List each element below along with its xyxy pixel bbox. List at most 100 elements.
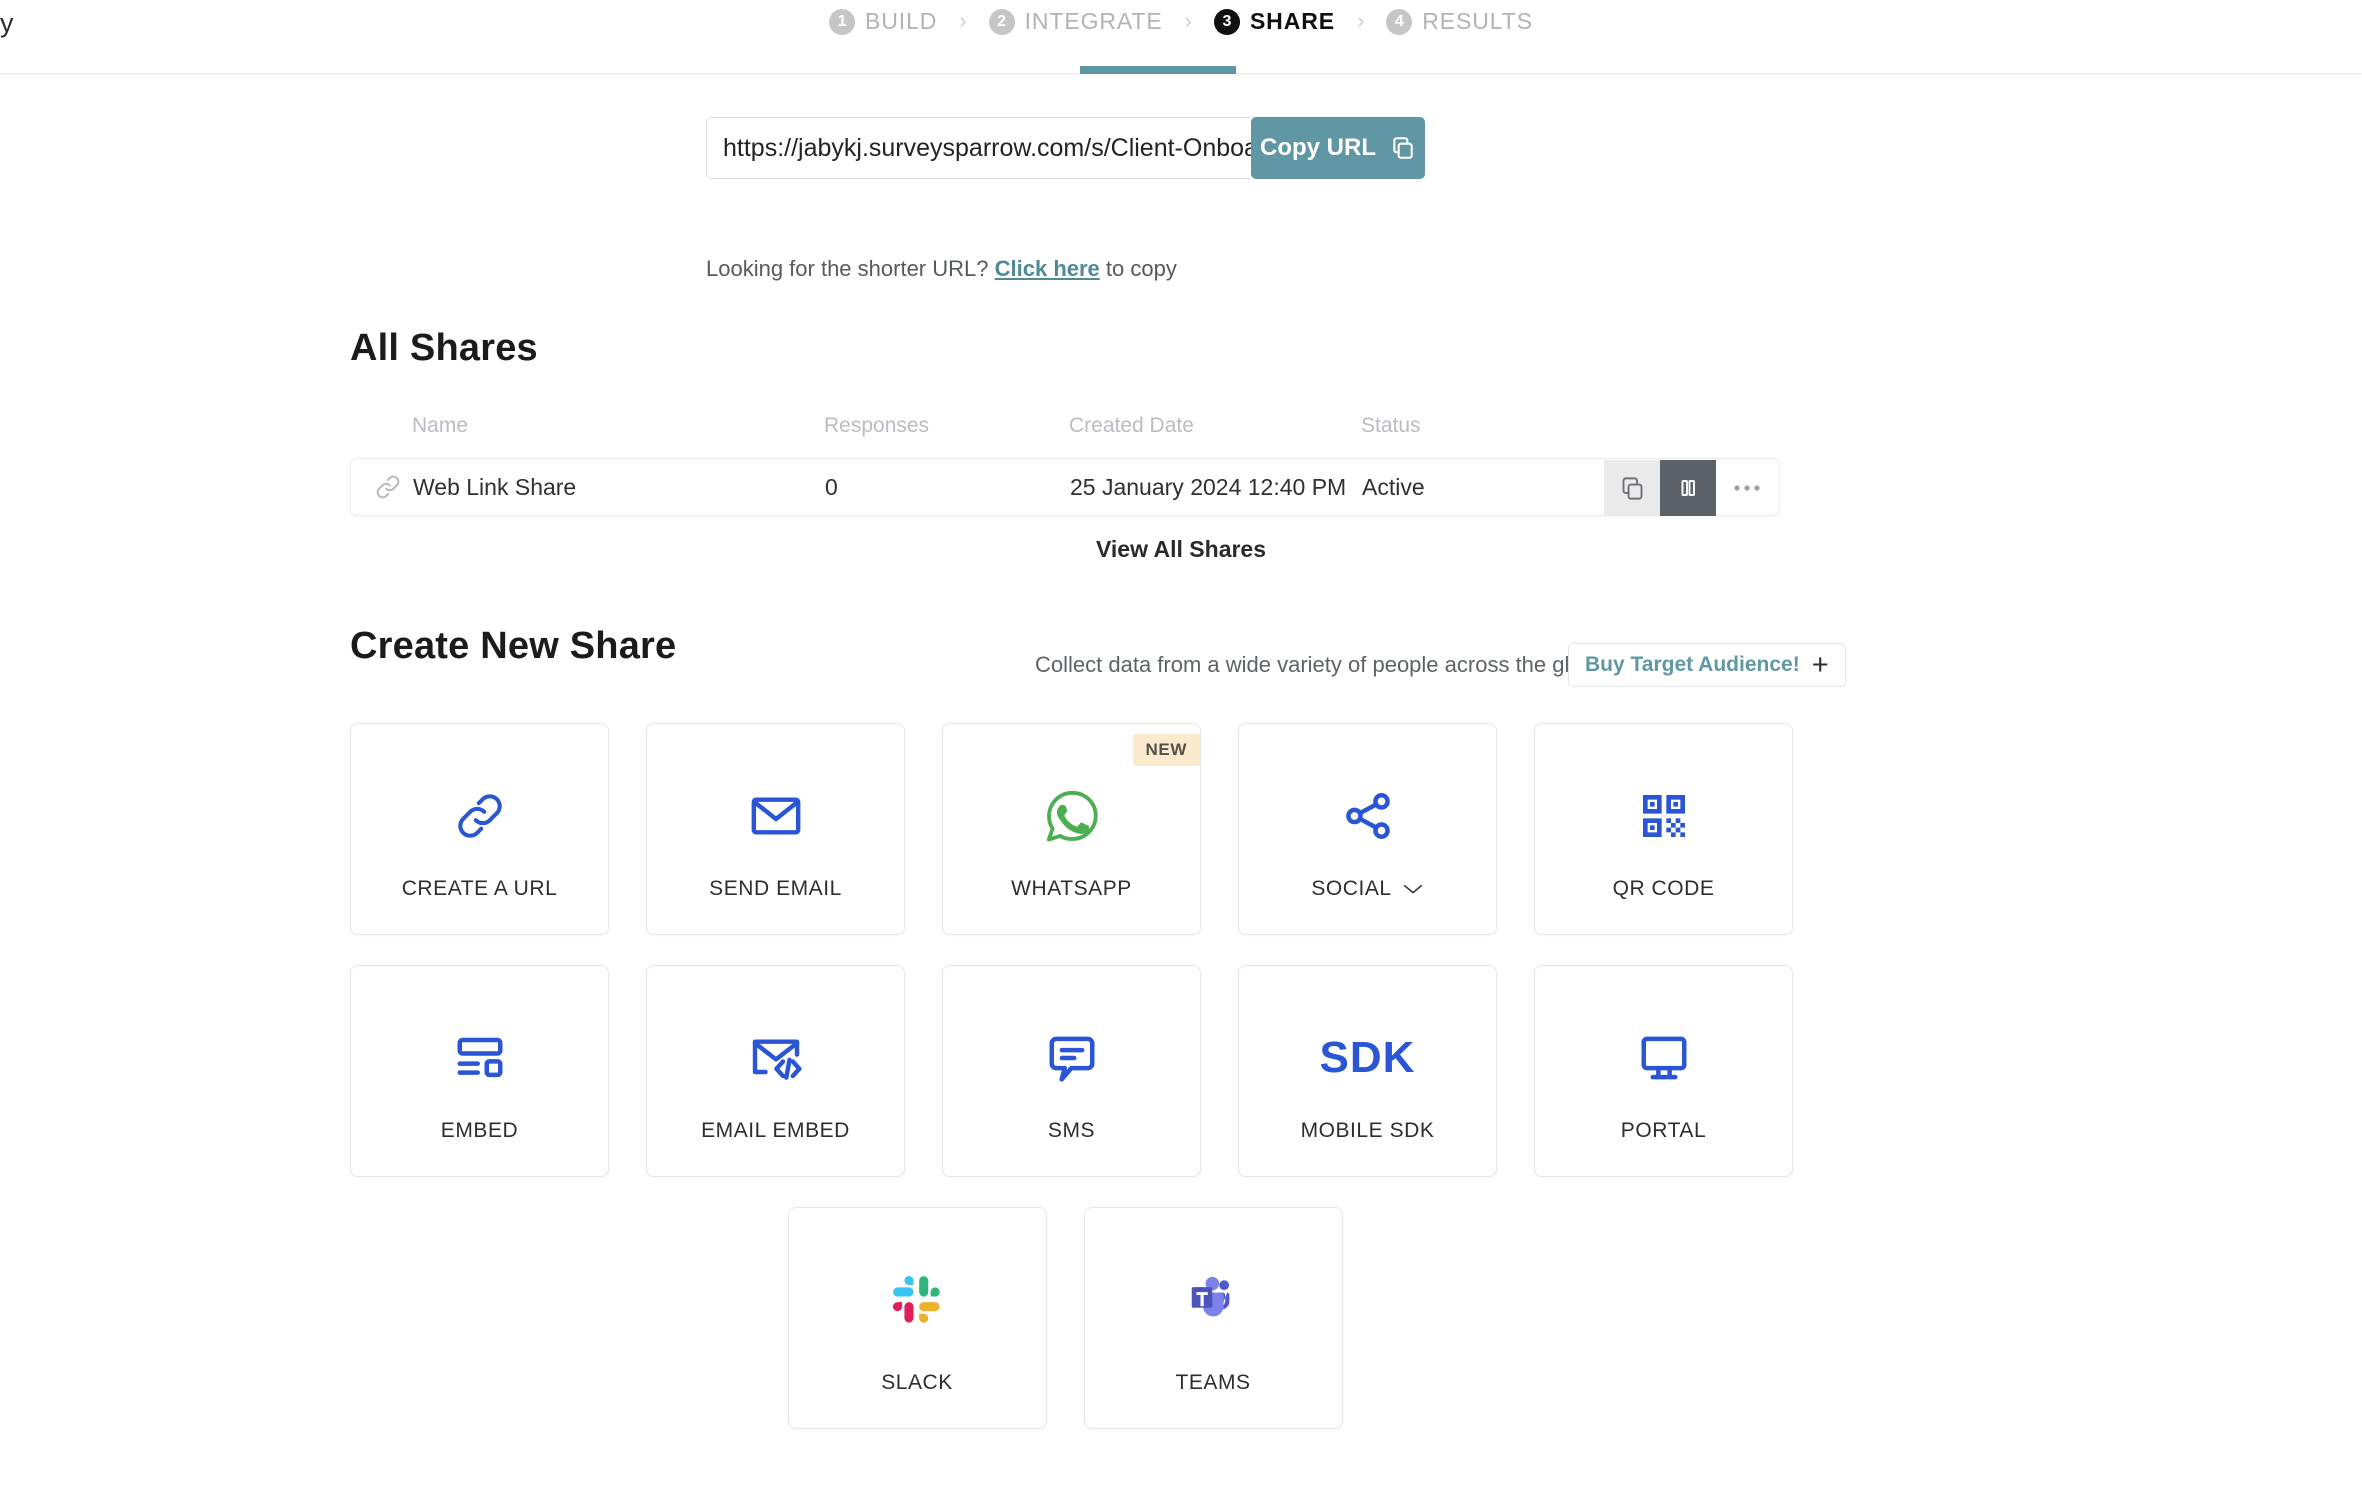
share-channel-row-3: SLACK TEAMS xyxy=(350,1207,1780,1429)
share-card-label: SLACK xyxy=(881,1371,953,1394)
share-card-send-email[interactable]: SEND EMAIL xyxy=(646,723,905,935)
share-card-label: PORTAL xyxy=(1620,1119,1707,1142)
envelope-icon xyxy=(748,786,804,846)
share-card-email-embed[interactable]: EMAIL EMBED xyxy=(646,965,905,1177)
step-integrate-label: INTEGRATE xyxy=(1024,8,1163,34)
sdk-text-icon: SDK xyxy=(1319,1033,1416,1082)
step-navigation-bar: y 1 BUILD › 2 INTEGRATE › 3 SHARE › 4 RE… xyxy=(0,0,2362,74)
share-card-qr-code[interactable]: QR CODE xyxy=(1534,723,1793,935)
pause-share-button[interactable] xyxy=(1660,460,1716,516)
chevron-right-icon: › xyxy=(959,8,967,33)
share-nodes-icon xyxy=(1341,786,1395,846)
plus-icon: + xyxy=(1811,648,1829,681)
step-share-number: 3 xyxy=(1213,8,1240,35)
share-card-label: CREATE A URL xyxy=(401,877,558,900)
slack-icon xyxy=(891,1270,943,1330)
table-header-row: Name Responses Created Date Status xyxy=(350,414,1780,458)
column-header-responses: Responses xyxy=(824,414,930,437)
survey-settings-note: PS: Don’t forget to check the survey set… xyxy=(0,1498,2362,1502)
copy-icon xyxy=(1390,135,1416,161)
step-build-label: BUILD xyxy=(865,8,938,34)
copy-url-label: Copy URL xyxy=(1260,134,1376,161)
cell-created-date: 25 January 2024 12:40 PM xyxy=(1070,473,1347,500)
buy-target-audience-label: Buy Target Audience! xyxy=(1585,653,1800,676)
column-header-name: Name xyxy=(412,414,469,437)
shorter-url-hint-suffix: to copy xyxy=(1105,256,1177,281)
cell-share-name: Web Link Share xyxy=(413,473,577,500)
survey-settings-link[interactable]: survey settings xyxy=(1166,1498,1335,1502)
chat-bubble-icon xyxy=(1045,1028,1099,1088)
share-card-mobile-sdk[interactable]: SDK MOBILE SDK xyxy=(1238,965,1497,1177)
share-card-slack[interactable]: SLACK xyxy=(787,1207,1047,1429)
link-icon xyxy=(452,786,508,846)
cell-responses: 0 xyxy=(825,473,838,500)
step-share[interactable]: 3 SHARE xyxy=(1213,8,1335,35)
all-shares-title: All Shares xyxy=(350,327,538,369)
collect-data-text: Collect data from a wide variety of peop… xyxy=(1035,652,1607,677)
step-results-number: 4 xyxy=(1386,8,1413,35)
new-badge: NEW xyxy=(1132,734,1200,766)
qr-code-icon xyxy=(1636,786,1692,846)
create-new-share-title: Create New Share xyxy=(350,625,677,667)
buy-target-audience-button[interactable]: Buy Target Audience! + xyxy=(1568,643,1846,687)
step-list: 1 BUILD › 2 INTEGRATE › 3 SHARE › 4 RESU… xyxy=(829,0,1533,74)
share-card-label: EMBED xyxy=(440,1119,519,1142)
share-card-teams[interactable]: TEAMS xyxy=(1083,1207,1343,1429)
link-icon xyxy=(373,472,403,502)
step-results[interactable]: 4 RESULTS xyxy=(1386,8,1533,35)
share-card-sms[interactable]: SMS xyxy=(942,965,1201,1177)
chevron-down-icon[interactable] xyxy=(1402,882,1424,896)
chevron-right-icon: › xyxy=(1184,8,1192,33)
share-channel-row-1: CREATE A URL SEND EMAIL NEW WHATSAPP SOC… xyxy=(350,723,1793,935)
copy-url-button[interactable]: Copy URL xyxy=(1251,117,1425,179)
view-all-shares-link[interactable]: View All Shares xyxy=(1096,536,1266,562)
share-card-label: WHATSAPP xyxy=(1011,877,1132,900)
more-options-button[interactable] xyxy=(1716,460,1778,516)
monitor-icon xyxy=(1637,1028,1691,1088)
pause-icon xyxy=(1676,476,1700,500)
share-card-label: EMAIL EMBED xyxy=(701,1119,850,1142)
step-build[interactable]: 1 BUILD xyxy=(829,8,937,35)
share-card-label: TEAMS xyxy=(1175,1371,1251,1394)
share-page: https://jabykj.surveysparrow.com/s/Clien… xyxy=(0,74,2362,1502)
view-all-shares: View All Shares xyxy=(0,536,2362,563)
share-url-row: https://jabykj.surveysparrow.com/s/Clien… xyxy=(706,117,1425,179)
share-card-whatsapp[interactable]: NEW WHATSAPP xyxy=(942,723,1201,935)
envelope-code-icon xyxy=(748,1028,804,1088)
whatsapp-icon xyxy=(1043,786,1101,846)
step-share-label: SHARE xyxy=(1249,8,1335,34)
table-row[interactable]: Web Link Share 0 25 January 2024 12:40 P… xyxy=(350,458,1780,516)
row-action-group xyxy=(1604,460,1778,516)
breadcrumb: y xyxy=(0,8,14,38)
column-header-status: Status xyxy=(1361,414,1421,437)
step-results-label: RESULTS xyxy=(1422,8,1533,34)
share-card-label: MOBILE SDK xyxy=(1300,1119,1435,1142)
active-step-underline xyxy=(1080,66,1236,74)
ellipsis-icon xyxy=(1732,483,1762,493)
note-prefix: PS: Don’t forget to check the xyxy=(867,1498,1160,1502)
duplicate-share-button[interactable] xyxy=(1604,460,1660,516)
column-header-created-date: Created Date xyxy=(1069,414,1194,437)
shorter-url-hint-prefix: Looking for the shorter URL? xyxy=(706,256,989,281)
shorter-url-hint: Looking for the shorter URL? Click here … xyxy=(706,256,1177,282)
teams-icon xyxy=(1186,1270,1240,1330)
share-channel-row-2: EMBED EMAIL EMBED SMS SDK MOBILE SDK POR… xyxy=(350,965,1793,1177)
step-integrate[interactable]: 2 INTEGRATE xyxy=(988,8,1163,35)
step-integrate-number: 2 xyxy=(988,8,1015,35)
copy-icon xyxy=(1619,475,1646,502)
all-shares-table: Name Responses Created Date Status Web L… xyxy=(350,414,1780,516)
chevron-right-icon: › xyxy=(1356,8,1365,33)
share-card-label: SMS xyxy=(1047,1119,1096,1142)
share-card-portal[interactable]: PORTAL xyxy=(1534,965,1793,1177)
share-card-social[interactable]: SOCIAL xyxy=(1238,723,1497,935)
step-build-number: 1 xyxy=(829,8,856,35)
share-url-input[interactable]: https://jabykj.surveysparrow.com/s/Clien… xyxy=(706,117,1251,179)
note-suffix: before sharing. xyxy=(1341,1498,1494,1502)
share-card-label: QR CODE xyxy=(1612,877,1715,900)
click-here-link[interactable]: Click here xyxy=(995,256,1100,281)
share-card-create-a-url[interactable]: CREATE A URL xyxy=(350,723,609,935)
share-card-label: SOCIAL xyxy=(1311,877,1392,900)
share-card-label: SEND EMAIL xyxy=(709,877,842,900)
share-card-embed[interactable]: EMBED xyxy=(350,965,609,1177)
cell-status: Active xyxy=(1362,473,1425,500)
